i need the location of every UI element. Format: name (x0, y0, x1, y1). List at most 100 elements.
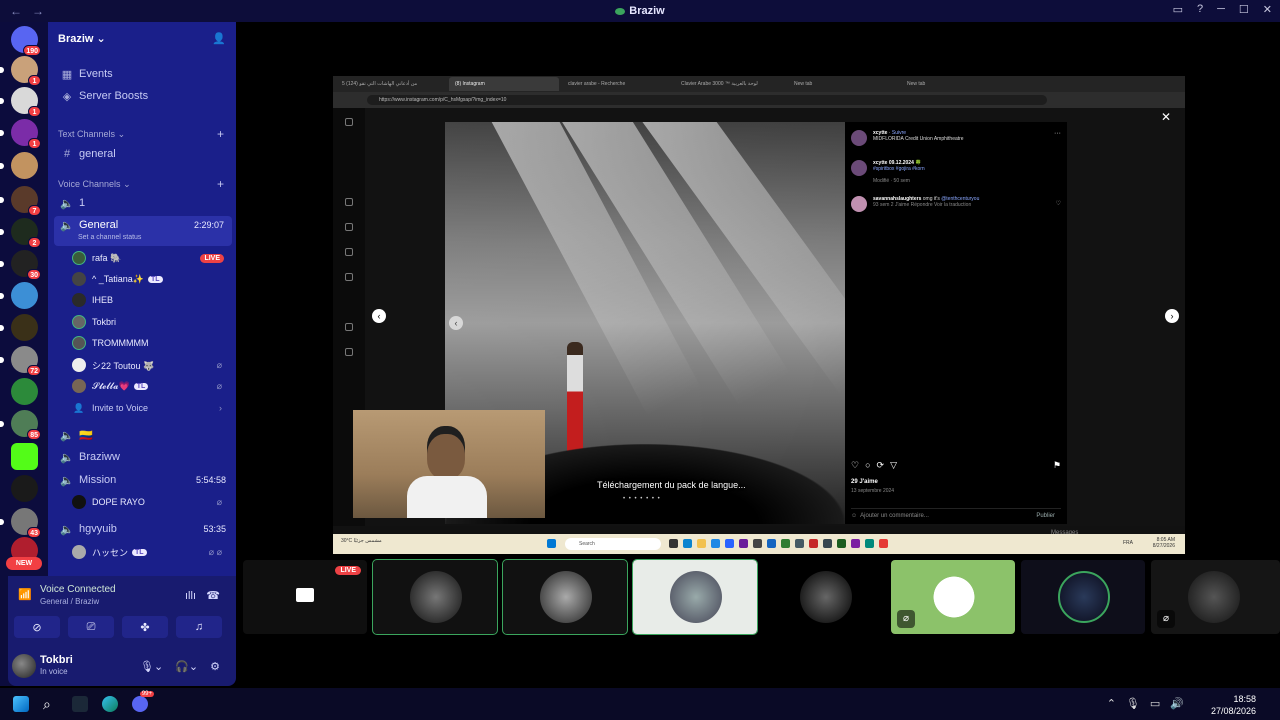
voice-user[interactable]: シ22 Toutou 🐺 ⌀ (72, 355, 232, 375)
voice-user[interactable]: TROMMMMM (72, 333, 232, 353)
browser-tab[interactable]: Clavier Arabe 3000 ™ لوحة بالعربية (675, 77, 785, 91)
shared-screen[interactable]: 5 (124) من أدعاني الهاشات التي تقو (8) I… (333, 76, 1185, 554)
soundboard-button[interactable]: ♫ (176, 616, 222, 638)
app-icon[interactable] (809, 539, 818, 548)
camera-off-button[interactable]: ⊘ (14, 616, 60, 638)
server-icon[interactable]: 43 (0, 508, 41, 538)
server-icon[interactable]: 1 (0, 87, 41, 117)
app-icon[interactable] (739, 539, 748, 548)
forward-arrow-icon[interactable]: → (32, 4, 44, 18)
language-indicator[interactable]: FRA (1123, 540, 1133, 546)
create-icon[interactable] (345, 323, 353, 331)
participant-tile[interactable] (763, 560, 887, 634)
voice-channel-flag[interactable]: 🔈 🇨🇴 (48, 426, 236, 444)
reels-icon[interactable] (345, 223, 353, 231)
app-icon[interactable] (711, 539, 720, 548)
add-member-icon[interactable]: 👤 (212, 32, 226, 45)
app-icon[interactable] (669, 539, 678, 548)
add-channel-icon[interactable]: + (217, 127, 224, 141)
gear-icon[interactable]: ⚙ (210, 660, 220, 673)
voice-channel-mission[interactable]: 🔈 Mission 5:54:58 (48, 471, 236, 489)
avatar[interactable] (12, 654, 36, 678)
close-icon[interactable]: ✕ (1263, 3, 1272, 16)
minimize-icon[interactable]: ─ (1217, 3, 1225, 16)
voice-user[interactable]: IHEB (72, 290, 232, 310)
more-icon[interactable]: ··· (1054, 130, 1061, 137)
volume-icon[interactable]: 🔊 (1170, 697, 1184, 710)
voice-channel-general[interactable]: 🔈 General 2:29:07 Set a channel status (54, 216, 232, 246)
headphones-icon[interactable]: 🎧⌄ (175, 660, 198, 673)
voice-user[interactable]: DOPE RAYO ⌀ (72, 492, 232, 512)
heart-icon[interactable]: ♡ (851, 460, 859, 471)
channel-general[interactable]: # general (48, 145, 236, 163)
events-item[interactable]: ▦ Events (48, 66, 236, 82)
server-icon[interactable] (0, 314, 38, 341)
browser-tab[interactable]: (8) Instagram (449, 77, 559, 91)
avatar[interactable] (851, 160, 867, 176)
taskbar-clock[interactable]: 18:58 27/08/2026 (1211, 693, 1256, 717)
microphone-icon[interactable]: 🎙 (1126, 697, 1140, 710)
publish-button[interactable]: Publier (1036, 513, 1055, 519)
voice-user[interactable]: ^ _Tatiana✨ TL (72, 269, 232, 289)
add-comment-field[interactable]: ☺ Ajouter un commentaire... Publier (851, 508, 1061, 519)
chevron-right-icon[interactable]: › (1165, 309, 1179, 323)
browser-tab[interactable]: clavier arabe - Recherche (562, 77, 672, 91)
app-icon[interactable] (879, 539, 888, 548)
voice-channels-category[interactable]: Voice Channels ⌄ + (48, 177, 236, 191)
microphone-icon[interactable]: 🎙⌄ (140, 660, 163, 673)
invite-to-voice[interactable]: 👤 Invite to Voice › (72, 398, 232, 418)
server-icon[interactable] (11, 475, 38, 502)
app-icon[interactable] (795, 539, 804, 548)
chevron-up-icon[interactable]: ⌃ (1107, 697, 1116, 710)
guild-header[interactable]: Braziw ⌄ 👤 (48, 22, 236, 54)
browser-tab[interactable]: New tab (788, 77, 898, 91)
inbox-icon[interactable]: ▭ (1173, 3, 1183, 16)
avatar[interactable] (851, 196, 867, 212)
edge-icon[interactable] (102, 696, 118, 712)
browser-tab[interactable]: New tab (901, 77, 1011, 91)
server-boosts-item[interactable]: ◈ Server Boosts (48, 88, 236, 104)
disconnect-icon[interactable]: ☎ (206, 589, 220, 602)
server-icon[interactable]: 30 (0, 250, 41, 280)
server-icon[interactable]: 72 (0, 346, 41, 376)
server-icon[interactable] (0, 152, 38, 179)
activities-button[interactable]: ✤ (122, 616, 168, 638)
like-count[interactable]: 29 J'aime (851, 479, 878, 485)
bookmark-icon[interactable]: ⚑ (1053, 460, 1061, 471)
server-icon[interactable] (11, 443, 38, 470)
participant-tile[interactable]: ⌀ (891, 560, 1015, 634)
voice-user[interactable]: ハッセン TL ⌀ ⌀ (72, 542, 232, 562)
back-arrow-icon[interactable]: ← (10, 4, 22, 18)
steam-icon[interactable] (72, 696, 88, 712)
noise-suppression-icon[interactable]: ıllı (185, 590, 196, 602)
participant-tile[interactable] (372, 559, 498, 635)
app-icon[interactable] (781, 539, 790, 548)
emoji-icon[interactable]: ☺ (851, 513, 857, 519)
app-icon[interactable] (683, 539, 692, 548)
app-icon[interactable] (697, 539, 706, 548)
taskbar-search[interactable]: Search (565, 538, 661, 550)
server-icon[interactable]: 1 (0, 119, 41, 149)
server-icon[interactable]: 2 (0, 218, 41, 248)
app-icon[interactable] (851, 539, 860, 548)
comment-icon[interactable]: ○ (865, 460, 870, 471)
server-icon[interactable] (11, 378, 38, 405)
app-icon[interactable] (753, 539, 762, 548)
search-icon[interactable]: ⌕ (43, 696, 59, 712)
text-channels-category[interactable]: Text Channels ⌄ + (48, 127, 236, 141)
search-icon[interactable] (345, 273, 353, 281)
participant-tile[interactable] (632, 559, 758, 635)
participant-tile-stream[interactable]: LIVE (243, 560, 367, 634)
channel-status[interactable]: Set a channel status (78, 234, 141, 241)
instagram-icon[interactable] (345, 118, 353, 126)
participant-tile[interactable] (502, 559, 628, 635)
add-channel-icon[interactable]: + (217, 177, 224, 191)
windows-start-icon[interactable] (547, 539, 556, 548)
participant-tile[interactable] (1021, 560, 1145, 634)
windows-start-icon[interactable] (13, 696, 29, 712)
server-icon[interactable] (0, 282, 38, 309)
server-icon[interactable]: 7 (0, 186, 41, 216)
weather-widget[interactable]: 30°C مشمس جزئيًا (341, 538, 382, 544)
notifications-icon[interactable] (345, 248, 353, 256)
server-icon[interactable]: 1 (0, 56, 41, 86)
